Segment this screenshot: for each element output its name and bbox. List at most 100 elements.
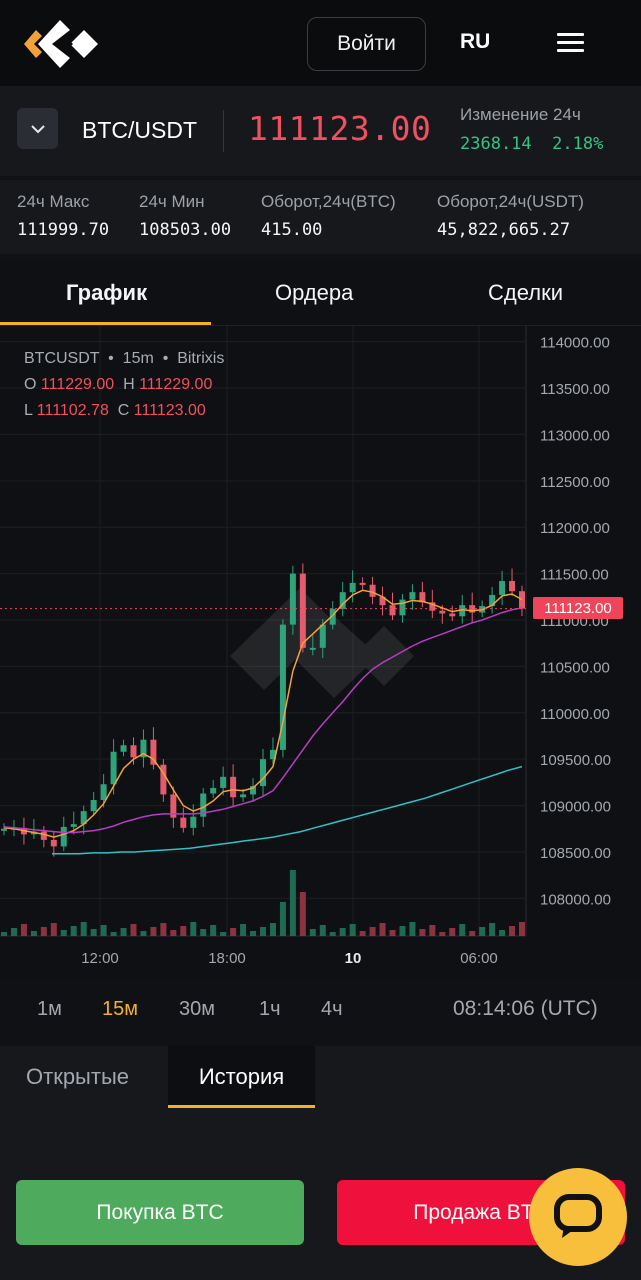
stat-label: 24ч Мин <box>139 192 205 211</box>
x-axis-tick-label: 12:00 <box>81 950 119 967</box>
volume-bar <box>389 930 396 936</box>
candle-body <box>1 828 7 831</box>
volume-bar <box>60 930 67 936</box>
timeframe-1m[interactable]: 1м <box>37 998 62 1021</box>
candle-body <box>230 776 237 798</box>
candle-body <box>100 784 107 801</box>
candle-body <box>60 826 67 847</box>
candle-body <box>50 839 57 847</box>
pair-name[interactable]: BTC/USDT <box>82 117 197 144</box>
price-chart[interactable]: 114000.00 113500.00 113000.00 112500.00 1120… <box>0 326 641 978</box>
tab-order-history[interactable]: История <box>168 1046 315 1108</box>
candle-body <box>240 794 247 798</box>
legend-close: 111123.00 <box>133 402 206 419</box>
candle-body <box>519 591 525 609</box>
y-axis-tick-label: 112000.00 <box>540 520 610 537</box>
legend-o-label: O <box>24 376 37 393</box>
stat-label: Оборот,24ч(USDT) <box>437 192 584 211</box>
stat-volume-usdt: Оборот,24ч(USDT) 45,822,665.27 <box>437 192 584 240</box>
support-chat-button[interactable] <box>529 1168 627 1266</box>
stat-value: 415.00 <box>261 220 323 240</box>
change-abs: 2368.14 <box>460 134 532 154</box>
candle-body <box>90 800 97 812</box>
hamburger-menu-icon[interactable] <box>557 33 584 53</box>
legend-interval: 15m <box>122 350 154 367</box>
volume-bar <box>90 929 97 936</box>
volume-bar <box>479 927 486 936</box>
ma-slow-line <box>52 765 523 855</box>
y-axis-tick-label: 110500.00 <box>540 659 610 676</box>
buy-button[interactable]: Покупка BTC <box>16 1180 304 1245</box>
stat-label: 24ч Макс <box>17 192 90 211</box>
chat-bubble-icon <box>554 1194 602 1238</box>
tab-trades[interactable]: Сделки <box>488 280 563 306</box>
tab-chart[interactable]: График <box>66 280 147 306</box>
volume-bar <box>419 929 426 936</box>
logo-icon[interactable] <box>22 14 100 74</box>
active-tab-underline <box>168 1105 315 1108</box>
volume-bar <box>299 892 306 936</box>
volume-bar <box>70 926 77 936</box>
candle-body <box>409 592 416 600</box>
volume-bar <box>459 924 466 936</box>
candle-body <box>70 824 77 827</box>
candle-body <box>220 776 227 788</box>
volume-bar <box>240 924 247 936</box>
volume-bar <box>200 929 207 936</box>
candle-body <box>210 787 217 794</box>
y-axis-tick-label: 109500.00 <box>540 752 611 769</box>
x-axis-tick-label: 18:00 <box>208 950 246 967</box>
volume-bar <box>150 927 157 936</box>
volume-bar <box>499 930 506 936</box>
volume-bar <box>319 925 326 936</box>
legend-exchange: Bitrixis <box>177 350 225 367</box>
legend-low: 111102.78 <box>36 402 109 419</box>
volume-bar <box>230 928 237 936</box>
watermark-shape <box>354 626 414 686</box>
tab-orders[interactable]: Ордера <box>275 280 353 306</box>
timeframe-4h[interactable]: 4ч <box>321 998 343 1021</box>
stat-label: Оборот,24ч(BTC) <box>261 192 396 211</box>
volume-bar <box>220 932 227 936</box>
volume-bar <box>519 922 525 936</box>
legend-h-label: H <box>123 376 135 393</box>
x-axis-tick-label: 06:00 <box>460 950 498 967</box>
candle-body <box>349 582 356 593</box>
last-price: 111123.00 <box>248 109 432 148</box>
volume-bar <box>509 926 516 936</box>
y-axis-tick-label: 112500.00 <box>540 474 610 491</box>
login-button[interactable]: Войти <box>307 17 426 71</box>
stat-volume-btc: Оборот,24ч(BTC) 415.00 <box>261 192 396 240</box>
pair-bar: BTC/USDT 111123.00 Изменение 24ч 2368.14… <box>0 86 641 176</box>
timeframe-1h[interactable]: 1ч <box>259 998 281 1021</box>
y-axis-tick-label: 113500.00 <box>540 381 610 398</box>
tab-open-orders[interactable]: Открытые <box>26 1046 129 1108</box>
timeframe-15m[interactable]: 15м <box>102 998 138 1021</box>
y-axis-tick-label: 108500.00 <box>540 845 611 862</box>
candle-body <box>180 817 187 828</box>
volume-bar <box>369 927 376 936</box>
volume-bar <box>339 928 346 936</box>
candle-body <box>319 624 326 648</box>
language-selector[interactable]: RU <box>460 30 490 54</box>
candle-body <box>110 751 117 785</box>
volume-bar <box>140 931 147 936</box>
volume-bar <box>100 925 107 936</box>
candle-body <box>130 745 137 758</box>
volume-bar <box>329 932 336 936</box>
candle-body <box>190 816 197 828</box>
divider <box>223 110 224 152</box>
volume-bar <box>439 932 446 936</box>
volume-bar <box>30 931 37 936</box>
legend-high: 111229.00 <box>139 376 213 393</box>
legend-c-label: C <box>117 402 130 419</box>
timeframe-30m[interactable]: 30м <box>179 998 215 1021</box>
stat-value: 108503.00 <box>139 220 232 240</box>
change-values: 2368.14 2.18% <box>460 134 603 154</box>
volume-bar <box>489 923 496 936</box>
volume-bar <box>190 922 197 936</box>
legend-dot: • <box>158 350 173 367</box>
volume-bar <box>309 929 316 936</box>
pair-dropdown-button[interactable] <box>17 108 58 149</box>
candle-body <box>389 605 396 616</box>
